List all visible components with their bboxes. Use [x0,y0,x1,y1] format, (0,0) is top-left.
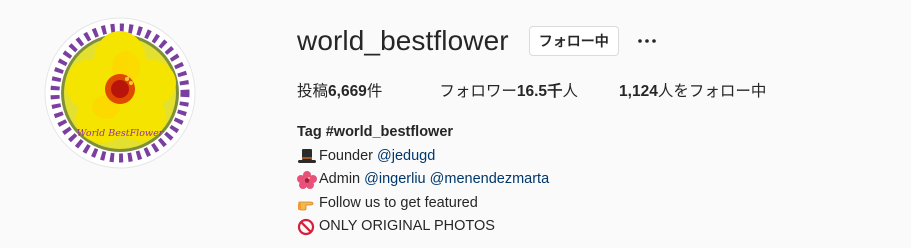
followers-link[interactable]: フォロワー16.5千人 [439,79,578,101]
ellipsis-icon [637,39,656,43]
top-hat-icon [297,147,317,165]
founder-label: Founder [319,147,374,164]
flower-avatar-image: World BestFlower [44,17,196,169]
bio-line-follow: Follow us to get featured [297,192,549,216]
follow-us-text: Follow us to get featured [319,194,478,211]
profile-bio: Tag #world_bestflower Founder @jedugd Ad… [297,121,549,239]
followers-suffix: 人 [562,83,579,100]
following-suffix: 人をフォロー中 [657,83,767,100]
posts-suffix: 件 [366,83,383,100]
posts-value: 6,669 [328,83,367,100]
posts-label: 投稿 [297,83,329,100]
following-link[interactable]: 1,124人をフォロー中 [619,79,766,101]
hibiscus-icon [297,170,317,189]
posts-count: 投稿6,669件 [297,79,382,101]
bio-line-admin: Admin @ingerliu @menendezmarta [297,168,549,192]
followers-label: フォロワー [439,83,517,100]
followers-value: 16.5千 [516,83,563,100]
bio-line-founder: Founder @jedugd [297,145,549,169]
avatar-caption: World BestFlower [77,128,165,139]
admin-label: Admin [319,171,361,187]
profile-avatar[interactable]: World BestFlower [44,17,196,169]
founder-mention-link[interactable]: @jedugd [377,145,435,169]
profile-header: world_bestflower フォロー中 [297,23,657,59]
more-options-button[interactable] [637,31,657,51]
username: world_bestflower [297,25,509,56]
prohibited-icon [297,218,317,236]
bio-name: Tag #world_bestflower [297,124,454,140]
original-photos-text: ONLY ORIGINAL PHOTOS [319,218,495,234]
bio-line-original: ONLY ORIGINAL PHOTOS [297,215,549,239]
following-button[interactable]: フォロー中 [528,26,619,56]
following-value: 1,124 [619,83,658,100]
admin-mention-link-1[interactable]: @ingerliu [364,168,425,192]
admin-mention-link-2[interactable]: @menendezmarta [430,168,550,192]
profile-stats: 投稿6,669件 フォロワー16.5千人 1,124人をフォロー中 [297,79,807,101]
pointing-hand-icon [297,194,317,212]
